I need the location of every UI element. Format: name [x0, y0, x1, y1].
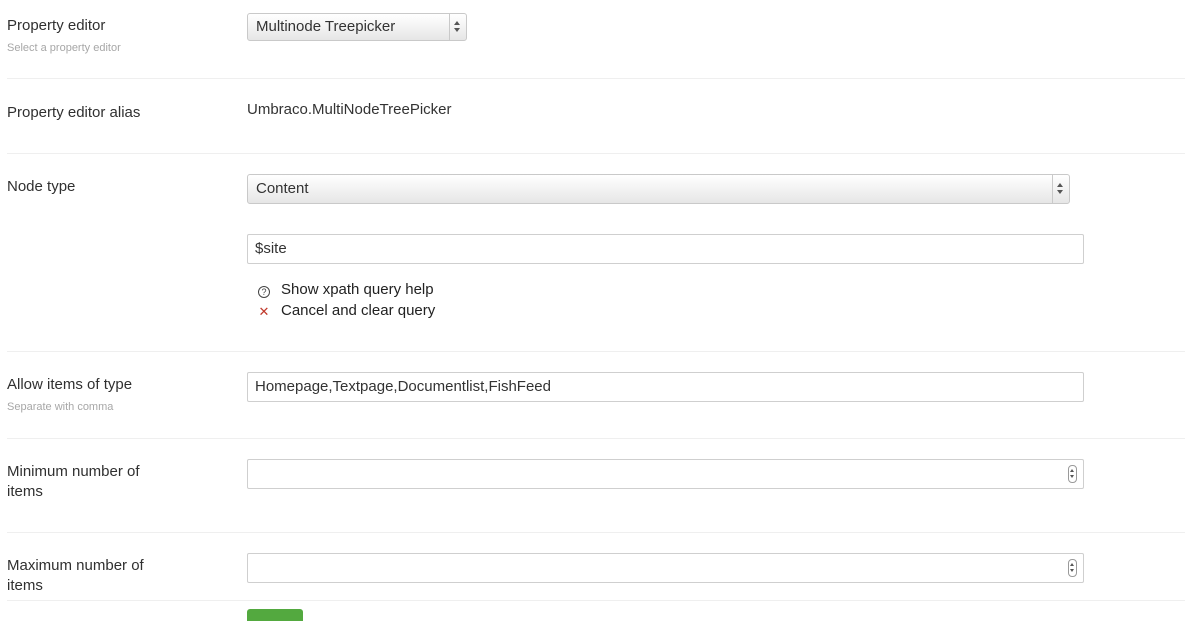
- allow-items-label: Allow items of type: [7, 376, 133, 393]
- property-editor-label: Property editor: [7, 17, 106, 34]
- cancel-clear-query-label: Cancel and clear query: [281, 302, 436, 319]
- node-type-select[interactable]: Content: [247, 174, 1070, 204]
- allow-items-input[interactable]: Homepage,Textpage,Documentlist,FishFeed: [247, 372, 1084, 402]
- show-xpath-help-label: Show xpath query help: [281, 281, 434, 298]
- number-spinner-icon[interactable]: [1068, 465, 1077, 483]
- node-type-select-value: Content: [256, 180, 309, 197]
- cancel-clear-query-link[interactable]: ✕ Cancel and clear query: [258, 301, 436, 321]
- xpath-query-input[interactable]: $site: [247, 234, 1084, 264]
- close-icon: ✕: [258, 304, 270, 319]
- show-xpath-help-link[interactable]: ? Show xpath query help: [258, 280, 434, 300]
- divider: [7, 438, 1185, 439]
- property-editor-alias-label: Property editor alias: [7, 104, 141, 121]
- number-spinner-icon[interactable]: [1068, 559, 1077, 577]
- property-editor-alias-value: Umbraco.MultiNodeTreePicker: [247, 101, 452, 118]
- allow-items-value: Homepage,Textpage,Documentlist,FishFeed: [255, 378, 551, 395]
- save-button[interactable]: [247, 609, 303, 621]
- node-type-label: Node type: [7, 178, 76, 195]
- minimum-items-label-line2: items: [7, 483, 43, 500]
- minimum-items-label-line1: Minimum number of: [7, 463, 140, 480]
- property-editor-select-value: Multinode Treepicker: [256, 18, 396, 35]
- question-circle-icon: ?: [258, 286, 270, 298]
- divider: [7, 600, 1185, 601]
- property-editor-select[interactable]: Multinode Treepicker: [247, 13, 467, 41]
- select-arrows-icon: [449, 14, 466, 40]
- maximum-items-label-line2: items: [7, 577, 43, 594]
- allow-items-description: Separate with comma: [7, 401, 114, 413]
- xpath-query-value: $site: [255, 240, 287, 257]
- minimum-items-input[interactable]: [247, 459, 1084, 489]
- divider: [7, 78, 1185, 79]
- maximum-items-input[interactable]: [247, 553, 1084, 583]
- divider: [7, 532, 1185, 533]
- divider: [7, 153, 1185, 154]
- maximum-items-label-line1: Maximum number of: [7, 557, 144, 574]
- property-editor-description: Select a property editor: [7, 42, 121, 54]
- select-arrows-icon: [1052, 175, 1069, 203]
- divider: [7, 351, 1185, 352]
